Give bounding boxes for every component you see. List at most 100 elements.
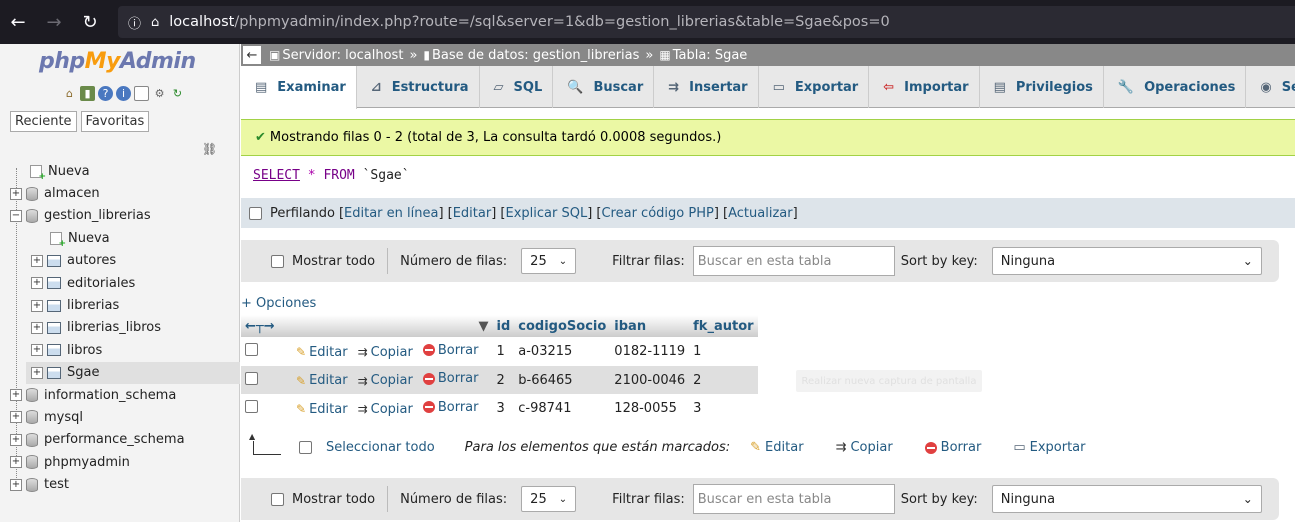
cell-codigosocio[interactable]: a-03215 bbox=[514, 337, 611, 366]
expand-icon[interactable]: + bbox=[10, 433, 22, 446]
edit-row-button[interactable]: ✎ Editar bbox=[296, 345, 348, 360]
copy-row-button[interactable]: ⇉ Copiar bbox=[358, 373, 413, 388]
expand-icon[interactable]: + bbox=[31, 277, 43, 290]
select-all-checkbox[interactable] bbox=[299, 441, 312, 454]
edit-inline-link[interactable]: Editar en línea bbox=[344, 206, 438, 221]
tree-item-librerias-libros[interactable]: + librerias_libros bbox=[0, 317, 240, 339]
column-header-fk-autor[interactable]: fk_autor bbox=[689, 315, 758, 337]
expand-icon[interactable]: + bbox=[31, 344, 43, 357]
link-icon[interactable]: ⛓ bbox=[202, 142, 217, 156]
rows-select[interactable]: 25 ⌄ bbox=[521, 486, 577, 512]
show-all-checkbox[interactable] bbox=[271, 254, 284, 268]
tab-browse[interactable]: ▤ Examinar bbox=[241, 66, 357, 109]
refresh-link[interactable]: Actualizar bbox=[728, 206, 792, 221]
url-text[interactable]: localhost/phpmyadmin/index.php?route=/sq… bbox=[169, 14, 889, 30]
expand-icon[interactable]: + bbox=[31, 254, 43, 267]
bulk-copy-button[interactable]: ⇉ Copiar bbox=[836, 440, 893, 455]
cell-fk-autor[interactable]: 3 bbox=[689, 394, 758, 424]
copy-row-button[interactable]: ⇉ Copiar bbox=[358, 402, 413, 417]
column-header-iban[interactable]: iban bbox=[610, 315, 690, 337]
expand-icon[interactable]: + bbox=[10, 389, 22, 402]
row-checkbox[interactable] bbox=[245, 342, 258, 356]
tree-item-phpmyadmin[interactable]: + phpmyadmin bbox=[0, 451, 240, 473]
sort-by-key-select[interactable]: Ninguna ⌄ bbox=[991, 247, 1262, 275]
options-link[interactable]: + Opciones bbox=[241, 296, 316, 311]
tree-item-performance-schema[interactable]: + performance_schema bbox=[0, 429, 240, 451]
create-php-link[interactable]: Crear código PHP bbox=[601, 206, 713, 221]
tree-item-information-schema[interactable]: + information_schema bbox=[0, 384, 240, 406]
tree-item-almacen[interactable]: + almacen bbox=[0, 182, 240, 204]
explain-sql-link[interactable]: Explicar SQL bbox=[506, 206, 588, 221]
edit-row-button[interactable]: ✎ Editar bbox=[296, 373, 348, 388]
page-info-icon[interactable]: ⓘ bbox=[128, 13, 141, 32]
column-header-id[interactable]: id bbox=[492, 315, 515, 337]
tab-favorites[interactable]: Favoritas bbox=[80, 111, 150, 132]
cell-codigosocio[interactable]: c-98741 bbox=[514, 394, 611, 424]
expand-icon[interactable]: + bbox=[31, 299, 43, 312]
tree-item-autores[interactable]: + autores bbox=[0, 250, 240, 272]
url-bar[interactable]: ⓘ ⌂ localhost/phpmyadmin/index.php?route… bbox=[118, 6, 1295, 38]
breadcrumb-database[interactable]: Base de datos: gestion_librerias bbox=[432, 48, 639, 63]
cell-iban[interactable]: 2100-0046 bbox=[610, 365, 690, 395]
cell-fk-autor[interactable]: 1 bbox=[689, 337, 758, 366]
column-resize-header[interactable]: ←┬→ ▼ bbox=[241, 315, 493, 337]
expand-icon[interactable]: + bbox=[10, 411, 22, 424]
tree-item-librerias[interactable]: + librerias bbox=[0, 294, 240, 316]
cell-id[interactable]: 2 bbox=[492, 365, 515, 395]
bulk-export-button[interactable]: ▭ Exportar bbox=[1013, 440, 1085, 455]
delete-row-button[interactable]: Borrar bbox=[422, 371, 479, 386]
expand-icon[interactable]: + bbox=[31, 366, 43, 379]
edit-link[interactable]: Editar bbox=[453, 206, 492, 221]
forward-icon[interactable]: → bbox=[36, 0, 72, 44]
sort-by-key-select[interactable]: Ninguna ⌄ bbox=[991, 485, 1262, 513]
cell-fk-autor[interactable]: 2 bbox=[689, 365, 758, 395]
expand-icon[interactable]: + bbox=[10, 478, 22, 491]
tree-item-gestion-new[interactable]: Nueva bbox=[0, 227, 240, 249]
sql-query[interactable]: SELECT * FROM `Sgae` bbox=[253, 168, 410, 183]
collapse-panel-icon[interactable]: ← bbox=[243, 46, 261, 64]
tree-item-sgae[interactable]: + Sgae bbox=[26, 361, 240, 384]
tab-tracking[interactable]: ◉Seguimien bbox=[1246, 66, 1295, 108]
tab-recent[interactable]: Reciente bbox=[10, 111, 77, 132]
docs-icon[interactable]: i bbox=[116, 86, 131, 101]
breadcrumb-server[interactable]: Servidor: localhost bbox=[282, 48, 403, 63]
tree-item-test[interactable]: + test bbox=[0, 473, 240, 495]
doc-icon[interactable] bbox=[134, 86, 149, 101]
tree-item-mysql[interactable]: + mysql bbox=[0, 406, 240, 428]
expand-icon[interactable]: + bbox=[10, 187, 22, 200]
refresh-icon[interactable]: ↻ bbox=[170, 86, 185, 101]
bulk-delete-button[interactable]: Borrar bbox=[924, 440, 981, 455]
expand-icon[interactable]: + bbox=[31, 321, 43, 334]
tree-item-editoriales[interactable]: + editoriales bbox=[0, 272, 240, 294]
edit-row-button[interactable]: ✎ Editar bbox=[296, 402, 348, 417]
tree-item-libros[interactable]: + libros bbox=[0, 339, 240, 361]
breadcrumb-table[interactable]: Tabla: Sgae bbox=[673, 48, 748, 63]
row-checkbox[interactable] bbox=[245, 400, 258, 414]
phpmyadmin-logo[interactable]: phpMyAdmin bbox=[39, 49, 196, 74]
column-header-codigosocio[interactable]: codigoSocio bbox=[514, 315, 611, 337]
cell-iban[interactable]: 128-0055 bbox=[610, 394, 690, 424]
bulk-edit-button[interactable]: ✎ Editar bbox=[750, 440, 803, 455]
logout-icon[interactable]: ▮ bbox=[80, 86, 95, 101]
cell-id[interactable]: 3 bbox=[492, 394, 515, 424]
cell-iban[interactable]: 0182-1119 bbox=[610, 337, 690, 366]
filter-rows-input[interactable]: Buscar en esta tabla bbox=[692, 246, 895, 276]
gear-icon[interactable]: ⚙ bbox=[152, 86, 167, 101]
copy-row-button[interactable]: ⇉ Copiar bbox=[358, 345, 413, 360]
tab-structure[interactable]: ⊿ Estructura bbox=[357, 66, 480, 108]
tab-insert[interactable]: ⇉ Insertar bbox=[654, 66, 759, 108]
tree-item-gestion-librerias[interactable]: − gestion_librerias bbox=[0, 205, 240, 227]
expand-icon[interactable]: + bbox=[10, 456, 22, 469]
tab-privileges[interactable]: ▤ Privilegios bbox=[980, 66, 1104, 108]
tab-search[interactable]: 🔍 Buscar bbox=[553, 66, 655, 108]
tab-operations[interactable]: 🔧 Operaciones bbox=[1104, 66, 1247, 108]
sort-triangle-icon[interactable]: ▼ bbox=[479, 319, 489, 334]
arrows-icon[interactable]: ←┬→ bbox=[245, 319, 275, 334]
select-all-link[interactable]: Seleccionar todo bbox=[326, 440, 435, 455]
cell-codigosocio[interactable]: b-66465 bbox=[514, 365, 611, 395]
tab-sql[interactable]: ▱ SQL bbox=[480, 66, 554, 108]
back-icon[interactable]: ← bbox=[0, 0, 36, 44]
reload-icon[interactable]: ↻ bbox=[72, 0, 108, 44]
delete-row-button[interactable]: Borrar bbox=[422, 400, 479, 415]
row-checkbox[interactable] bbox=[245, 371, 258, 385]
